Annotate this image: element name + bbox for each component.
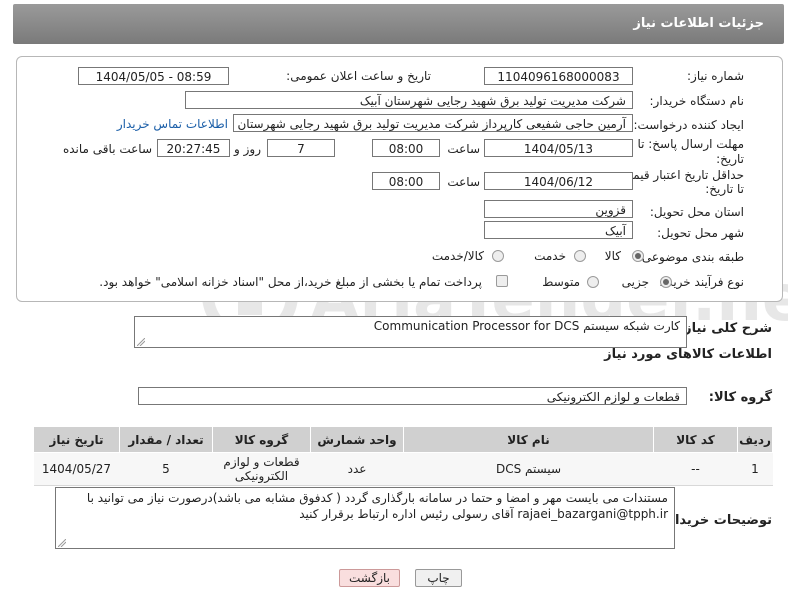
- treasury-payment-note: پرداخت تمام یا بخشی از مبلغ خرید،از محل …: [99, 275, 482, 289]
- table-header-row: ردیف کد کالا نام کالا واحد شمارش گروه کا…: [33, 426, 773, 453]
- summary-field: کارت شبکه سیستم Communication Processor …: [134, 316, 687, 348]
- buyer-org-field: شرکت مدیریت تولید برق شهید رجایی شهرستان…: [185, 91, 633, 109]
- reply-deadline-label-2: تاریخ:: [716, 152, 744, 166]
- remaining-label: ساعت باقی مانده: [62, 142, 152, 156]
- col-group: گروه کالا: [212, 426, 311, 453]
- announce-datetime-label: تاریخ و ساعت اعلان عمومی:: [286, 69, 431, 83]
- reply-deadline-time: 08:00: [372, 139, 440, 157]
- goods-info-title: اطلاعات کالاهای مورد نیاز: [604, 347, 772, 362]
- cell-code: --: [653, 452, 738, 486]
- province-field: قزوین: [484, 200, 633, 218]
- requester-label: ایجاد کننده درخواست:: [633, 118, 744, 132]
- process-radio-medium[interactable]: [587, 276, 599, 288]
- days-label: روز و: [234, 142, 261, 156]
- print-button[interactable]: چاپ: [415, 569, 462, 587]
- announce-datetime-field: 1404/05/05 - 08:59: [78, 67, 229, 85]
- summary-text: کارت شبکه سیستم Communication Processor …: [373, 319, 680, 333]
- remaining-days: 7: [267, 139, 335, 157]
- province-label: استان محل تحویل:: [649, 205, 744, 219]
- category-option-service: خدمت: [534, 249, 566, 263]
- buyer-org-label: نام دستگاه خریدار:: [649, 94, 745, 108]
- category-option-goods: کالا: [604, 249, 621, 263]
- table-row: 1 -- سیستم DCS عدد قطعات و لوازم الکترون…: [33, 452, 773, 486]
- cell-quantity: 5: [119, 452, 213, 486]
- resize-grip-icon[interactable]: [137, 338, 145, 346]
- col-quantity: تعداد / مقدار: [119, 426, 213, 453]
- reply-deadline-time-label: ساعت: [447, 142, 480, 156]
- category-radio-service[interactable]: [574, 250, 586, 262]
- city-field: آبیک: [484, 221, 633, 239]
- summary-label: شرح کلی نیاز:: [678, 321, 772, 336]
- col-row: ردیف: [737, 426, 773, 453]
- price-validity-label-2: تا تاریخ:: [705, 182, 744, 196]
- category-label: طبقه بندی موضوعی:: [637, 250, 744, 264]
- back-button[interactable]: بازگشت: [339, 569, 400, 587]
- buyer-notes-text: مستندات می بایست مهر و امضا و حتما در سا…: [86, 491, 668, 521]
- category-option-goods-service: کالا/خدمت: [431, 249, 484, 263]
- cell-group: قطعات و لوازم الکترونیکی: [212, 452, 311, 486]
- cell-unit: عدد: [310, 452, 404, 486]
- reply-deadline-date: 1404/05/13: [484, 139, 633, 157]
- cell-need-date: 1404/05/27: [33, 452, 120, 486]
- goods-group-label: گروه کالا:: [708, 390, 772, 405]
- treasury-payment-checkbox[interactable]: [496, 275, 508, 287]
- price-validity-date: 1404/06/12: [484, 172, 633, 190]
- cell-name: سیستم DCS: [403, 452, 654, 486]
- price-validity-label: حداقل تاریخ اعتبار قیمت:: [617, 168, 744, 182]
- col-code: کد کالا: [653, 426, 738, 453]
- process-radio-partial[interactable]: [660, 276, 672, 288]
- city-label: شهر محل تحویل:: [657, 226, 744, 240]
- page-title: جزئیات اطلاعات نیاز: [633, 16, 764, 31]
- process-option-medium: متوسط: [542, 275, 580, 289]
- buyer-notes-field: مستندات می بایست مهر و امضا و حتما در سا…: [55, 487, 675, 549]
- category-radio-goods-service[interactable]: [492, 250, 504, 262]
- resize-grip-icon[interactable]: [58, 539, 66, 547]
- cell-row: 1: [737, 452, 773, 486]
- need-number-field: 1104096168000083: [484, 67, 633, 85]
- buyer-contact-link[interactable]: اطلاعات تماس خریدار: [117, 117, 228, 131]
- col-need-date: تاریخ نیاز: [33, 426, 120, 453]
- col-name: نام کالا: [403, 426, 654, 453]
- remaining-time: 20:27:45: [157, 139, 230, 157]
- requester-field: آرمین حاجی شفیعی کارپرداز شرکت مدیریت تو…: [233, 114, 633, 132]
- price-validity-time: 08:00: [372, 172, 440, 190]
- buyer-notes-label: توضیحات خریدار:: [662, 513, 772, 528]
- need-number-label: شماره نیاز:: [687, 69, 744, 83]
- col-unit: واحد شمارش: [310, 426, 404, 453]
- goods-table: ردیف کد کالا نام کالا واحد شمارش گروه کا…: [33, 426, 773, 486]
- reply-deadline-label: مهلت ارسال پاسخ: تا: [637, 137, 744, 151]
- price-validity-time-label: ساعت: [447, 175, 480, 189]
- page-header: جزئیات اطلاعات نیاز: [13, 4, 784, 44]
- category-radio-goods[interactable]: [632, 250, 644, 262]
- process-option-partial: جزیی: [621, 275, 649, 289]
- goods-group-field: قطعات و لوازم الکترونیکی: [138, 387, 687, 405]
